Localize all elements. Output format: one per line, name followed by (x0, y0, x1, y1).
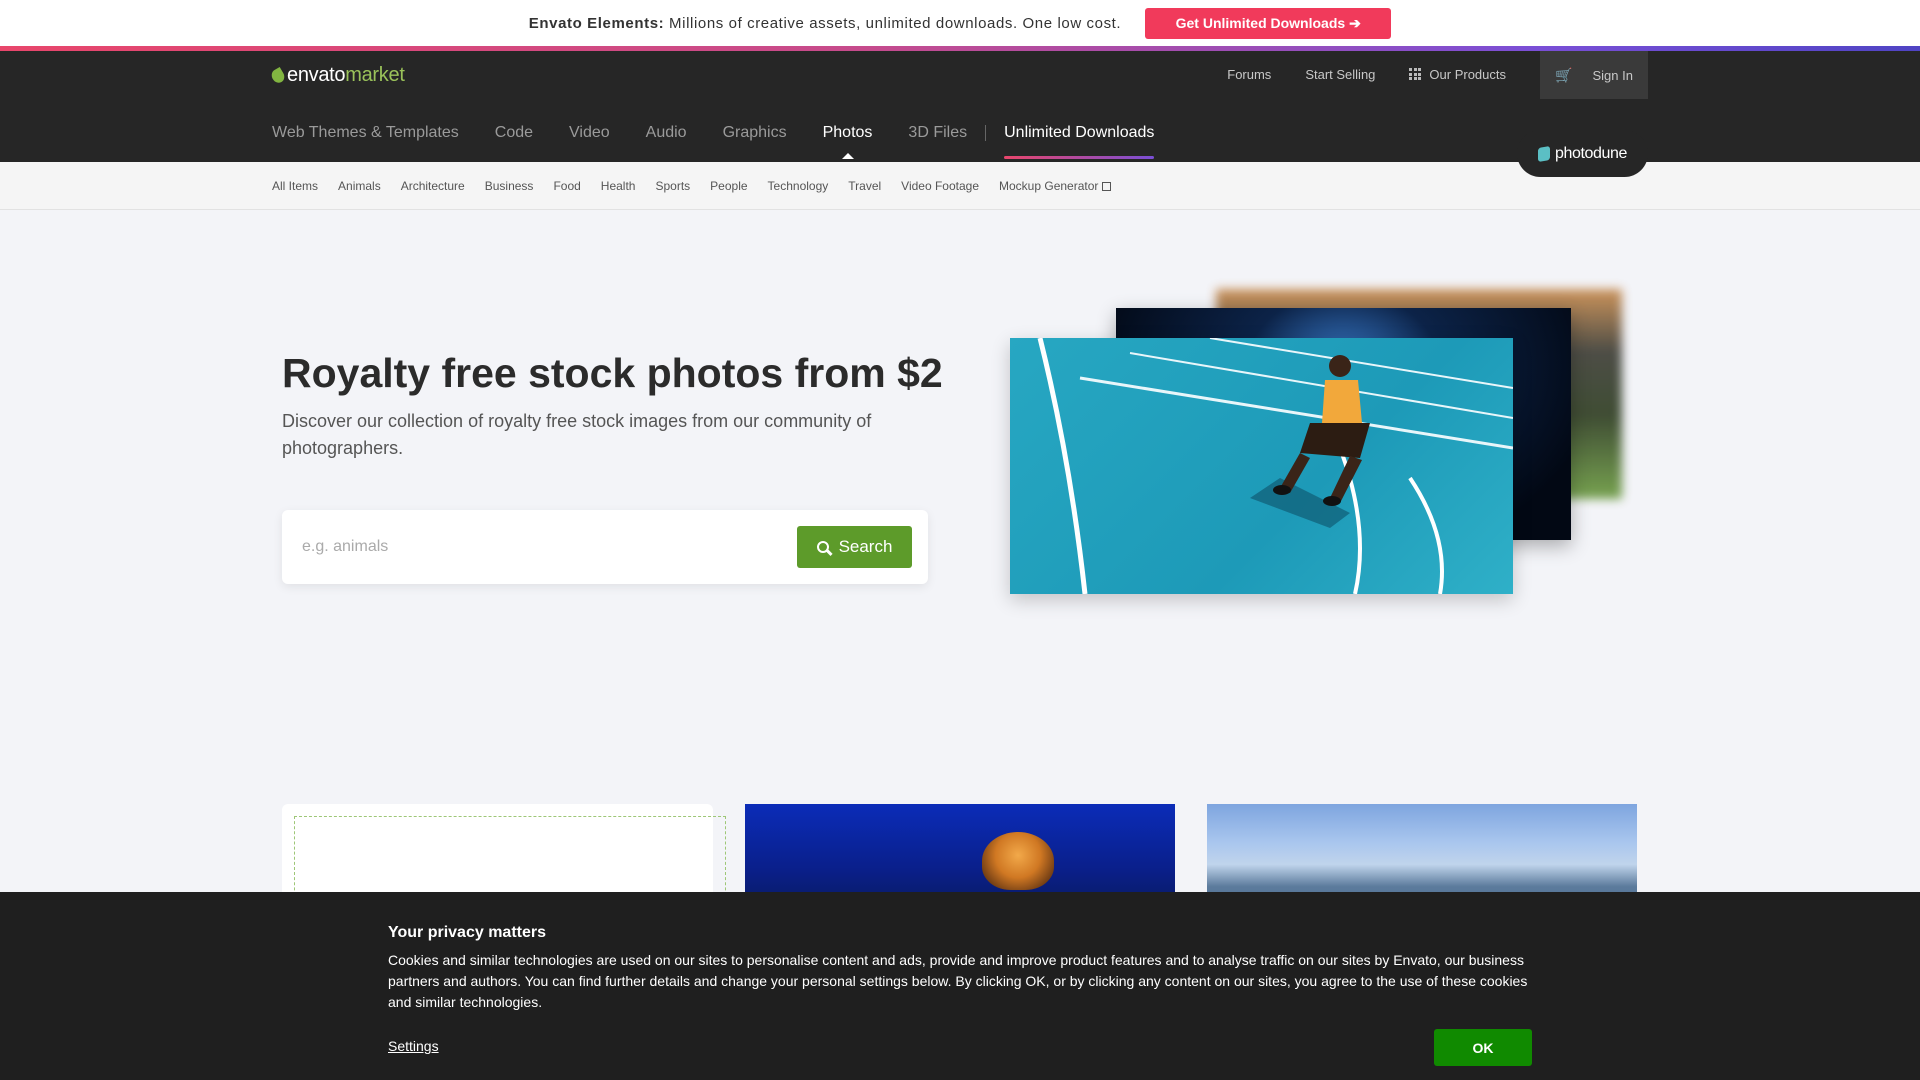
jellyfish-image (982, 832, 1054, 890)
logo-market: market (345, 64, 405, 86)
cookie-title: Your privacy matters (388, 924, 546, 941)
subnav-food[interactable]: Food (553, 179, 580, 193)
photodune-icon (1537, 145, 1550, 162)
promo-brand: Envato Elements: (528, 14, 665, 32)
subnav-people[interactable]: People (710, 179, 747, 193)
our-products-link[interactable]: Our Products (1409, 67, 1506, 82)
hero-subtitle: Discover our collection of royalty free … (282, 411, 872, 458)
unlimited-downloads-link[interactable]: Unlimited Downloads (1004, 124, 1155, 159)
external-link-icon (1102, 181, 1112, 191)
account-area: 🛒 Sign In (1540, 51, 1648, 99)
cookie-banner: Your privacy matters Cookies and similar… (0, 892, 1920, 1080)
subnav-sports[interactable]: Sports (655, 179, 690, 193)
category-video[interactable]: Video (569, 124, 610, 142)
subnav-video-footage[interactable]: Video Footage (901, 179, 979, 193)
get-unlimited-downloads-button[interactable]: Get Unlimited Downloads ➔ (1145, 7, 1392, 39)
promo-message: Millions of creative assets, unlimited d… (669, 14, 1122, 32)
leaf-icon (269, 66, 287, 85)
search-button[interactable]: Search (797, 526, 912, 568)
cookie-ok-button[interactable]: OK (1434, 1029, 1532, 1066)
running-track-illustration (1037, 338, 1513, 594)
hero-image-running-track (1010, 338, 1513, 594)
grid-icon (1409, 68, 1422, 80)
search-card: Search (282, 510, 928, 584)
subnav-animals[interactable]: Animals (338, 179, 381, 193)
start-selling-link[interactable]: Start Selling (1305, 67, 1375, 82)
category-code[interactable]: Code (495, 124, 533, 142)
top-nav: Forums Start Selling Our Products 🛒 Sign… (1227, 51, 1648, 99)
search-input[interactable] (302, 534, 762, 560)
sign-in-link[interactable]: Sign In (1592, 68, 1632, 83)
forums-link[interactable]: Forums (1227, 67, 1271, 82)
photodune-badge[interactable]: photodune (1517, 130, 1648, 177)
our-products-label: Our Products (1429, 66, 1506, 82)
logo-envato: envato (287, 64, 346, 86)
promo-bar: Envato Elements: Millions of creative as… (0, 0, 1920, 46)
cart-icon[interactable]: 🛒 (1555, 67, 1572, 84)
category-3d-files[interactable]: 3D Files (908, 124, 967, 142)
category-audio[interactable]: Audio (646, 124, 687, 142)
subnav-mockup-generator[interactable]: Mockup Generator (999, 178, 1112, 193)
subnav-architecture[interactable]: Architecture (401, 179, 465, 193)
subnav-health[interactable]: Health (601, 179, 636, 193)
category-web-themes[interactable]: Web Themes & Templates (272, 124, 459, 142)
nav-divider (985, 125, 987, 141)
envato-market-logo[interactable]: envato market (269, 64, 405, 87)
subnav-technology[interactable]: Technology (768, 179, 829, 193)
search-button-label: Search (838, 537, 893, 556)
mockup-generator-label: Mockup Generator (999, 178, 1099, 193)
cookie-settings-link[interactable]: Settings (388, 1038, 439, 1054)
promo-text: Envato Elements: Millions of creative as… (529, 15, 1121, 32)
hero-title: Royalty free stock photos from $2 (282, 350, 943, 396)
cookie-text: Cookies and similar technologies are use… (388, 952, 1528, 1010)
subnav-travel[interactable]: Travel (848, 179, 881, 193)
subnav-all-items[interactable]: All Items (272, 179, 318, 193)
photodune-label: photodune (1554, 144, 1628, 162)
search-icon (816, 541, 829, 553)
category-graphics[interactable]: Graphics (723, 124, 787, 142)
category-photos[interactable]: Photos (823, 124, 872, 159)
category-nav: Web Themes & Templates Code Video Audio … (272, 124, 1155, 159)
subnav-business[interactable]: Business (485, 179, 534, 193)
